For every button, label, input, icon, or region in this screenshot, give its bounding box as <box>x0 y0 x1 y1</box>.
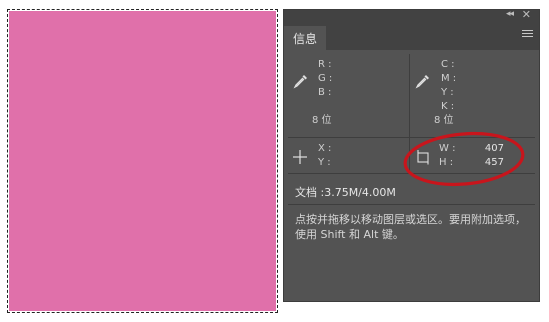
c-label: C : <box>441 59 455 70</box>
w-label: W : <box>439 143 456 154</box>
panel-tab-bar: 信息 <box>284 22 539 50</box>
info-panel: ◂◂ ✕ 信息 R : G : B : 8 位 C : M : Y : K : … <box>283 8 540 302</box>
hamburger-icon[interactable] <box>522 28 533 39</box>
height-value: 457 <box>484 157 504 168</box>
section-divider <box>288 137 535 138</box>
eyedropper-icon[interactable] <box>293 73 309 89</box>
crosshair-icon <box>293 150 307 164</box>
canvas-pink-fill <box>9 11 276 311</box>
x-label: X : <box>318 143 332 154</box>
y-label: Y : <box>318 157 331 168</box>
section-divider <box>288 173 535 174</box>
close-icon[interactable]: ✕ <box>522 8 531 21</box>
section-divider <box>288 204 535 205</box>
b-label: B : <box>318 87 332 98</box>
eyedropper-icon[interactable] <box>415 73 431 89</box>
panel-title-bar: ◂◂ ✕ <box>284 8 539 22</box>
rgb-bit-depth: 8 位 <box>312 115 332 126</box>
document-size: 文档 :3.75M/4.00M <box>295 186 396 199</box>
k-label: K : <box>441 101 455 112</box>
cmyk-bit-depth: 8 位 <box>434 115 454 126</box>
tool-hint-text: 点按并拖移以移动图层或选区。要用附加选项，使用 Shift 和 Alt 键。 <box>295 213 526 241</box>
canvas-selection-marquee[interactable] <box>7 9 278 313</box>
r-label: R : <box>318 59 332 70</box>
section-divider <box>409 54 410 172</box>
m-label: M : <box>441 73 457 84</box>
tab-info[interactable]: 信息 <box>284 26 326 50</box>
collapse-icon[interactable]: ◂◂ <box>506 9 514 19</box>
h-label: H : <box>439 157 454 168</box>
y-label: Y : <box>441 87 454 98</box>
width-value: 407 <box>484 143 504 154</box>
g-label: G : <box>318 73 333 84</box>
selection-size-icon <box>417 150 429 165</box>
